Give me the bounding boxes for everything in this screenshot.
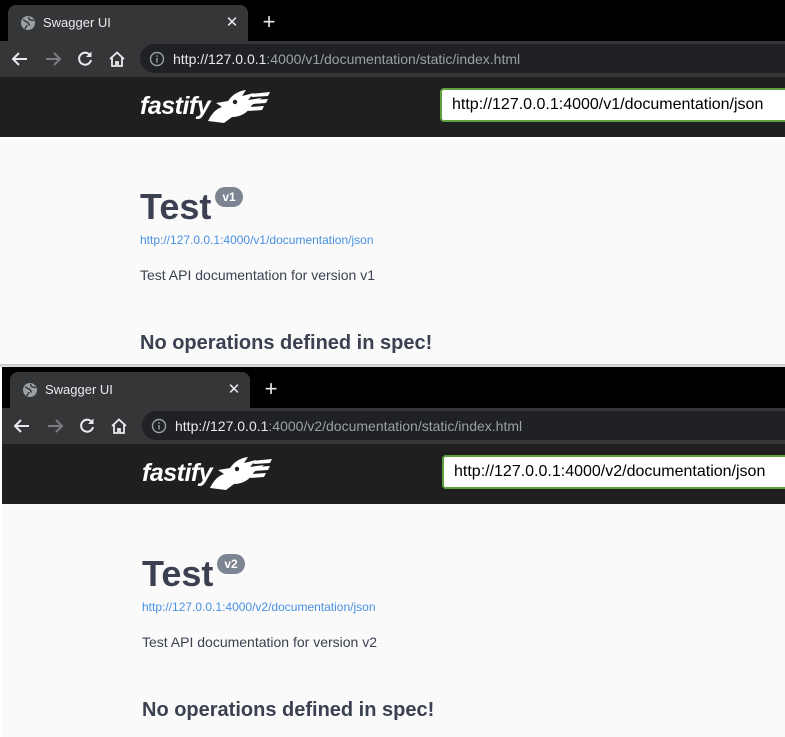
title-row: Test v2 [142, 552, 245, 596]
info-icon[interactable] [149, 51, 165, 67]
browser-toolbar: http://127.0.0.1:4000/v1/documentation/s… [0, 41, 785, 77]
address-bar[interactable]: http://127.0.0.1:4000/v1/documentation/s… [140, 44, 785, 73]
close-icon[interactable]: ✕ [226, 382, 242, 398]
info-icon[interactable] [151, 418, 167, 434]
address-bar[interactable]: http://127.0.0.1:4000/v2/documentation/s… [142, 411, 785, 440]
fastify-logo-icon [210, 457, 272, 490]
version-badge: v1 [215, 187, 243, 207]
tab-swagger-ui[interactable]: Swagger UI ✕ [8, 5, 248, 41]
api-info: Test v1 http://127.0.0.1:4000/v1/documen… [140, 137, 785, 364]
spec-url-input[interactable] [442, 455, 785, 489]
reload-icon[interactable] [77, 416, 97, 436]
tab-swagger-ui[interactable]: Swagger UI ✕ [10, 372, 250, 408]
no-operations-message: No operations defined in spec! [140, 332, 433, 354]
arrow-left-icon[interactable] [10, 49, 30, 69]
browser-window-v2: Swagger UI ✕ + http://127.0.0.1:4000/v2/… [2, 367, 785, 737]
spec-link[interactable]: http://127.0.0.1:4000/v2/documentation/j… [142, 600, 376, 614]
plus-icon[interactable]: + [260, 378, 282, 401]
no-operations-message: No operations defined in spec! [142, 699, 435, 721]
plus-icon[interactable]: + [258, 11, 280, 34]
url-host: http://127.0.0.1 [175, 418, 269, 434]
api-description: Test API documentation for version v1 [140, 267, 376, 283]
tab-title: Swagger UI [43, 15, 111, 30]
swagger-topbar: fastify [0, 77, 785, 137]
url-text: http://127.0.0.1:4000/v2/documentation/s… [175, 418, 522, 434]
url-path: :4000/v2/documentation/static/index.html [268, 418, 523, 434]
api-description: Test API documentation for version v2 [142, 634, 378, 650]
url-text: http://127.0.0.1:4000/v1/documentation/s… [173, 51, 520, 67]
swagger-topbar: fastify [2, 444, 785, 504]
api-title: Test [142, 553, 214, 594]
arrow-left-icon[interactable] [12, 416, 32, 436]
api-title: Test [140, 186, 212, 227]
version-badge: v2 [217, 554, 245, 574]
browser-window-v1: Swagger UI ✕ + http://127.0.0.1:4000/v1/… [0, 0, 785, 364]
spec-url-input[interactable] [440, 88, 785, 122]
fastify-logo[interactable]: fastify [142, 452, 277, 496]
globe-icon [21, 16, 35, 30]
url-host: http://127.0.0.1 [173, 51, 267, 67]
tab-strip: Swagger UI ✕ + [2, 367, 785, 408]
api-info: Test v2 http://127.0.0.1:4000/v2/documen… [142, 504, 785, 737]
globe-icon [23, 383, 37, 397]
arrow-right-icon[interactable] [45, 416, 65, 436]
arrow-right-icon[interactable] [43, 49, 63, 69]
spec-link[interactable]: http://127.0.0.1:4000/v1/documentation/j… [140, 233, 374, 247]
home-icon[interactable] [109, 416, 129, 436]
browser-toolbar: http://127.0.0.1:4000/v2/documentation/s… [2, 408, 785, 444]
reload-icon[interactable] [75, 49, 95, 69]
brand-text: fastify [140, 92, 211, 120]
close-icon[interactable]: ✕ [224, 15, 240, 31]
tab-title: Swagger UI [45, 382, 113, 397]
tab-strip: Swagger UI ✕ + [0, 0, 785, 41]
fastify-logo[interactable]: fastify [140, 85, 275, 129]
url-path: :4000/v1/documentation/static/index.html [266, 51, 521, 67]
brand-text: fastify [142, 459, 213, 487]
fastify-logo-icon [208, 90, 270, 123]
home-icon[interactable] [107, 49, 127, 69]
title-row: Test v1 [140, 185, 243, 229]
